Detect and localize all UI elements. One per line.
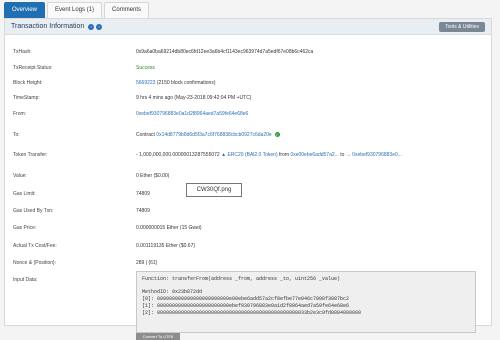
gas-limit-value: 74809 <box>136 191 150 197</box>
tooltip-filename: CW30Qf.png <box>186 183 242 197</box>
nonce-value: 289 | {61} <box>136 260 158 266</box>
token-from-link[interactable]: 0xe00ebe6add57a2... <box>290 152 338 158</box>
block-height-link[interactable]: 5669223 <box>136 80 155 86</box>
tx-hash-label: TxHash: <box>13 49 32 55</box>
actual-fee-label: Actual Tx Cost/Fee: <box>13 243 57 249</box>
from-address-link[interactable]: 0xebef930796883e0a1d2f8964aed7a59fe64e68… <box>136 111 248 117</box>
input-data-box[interactable]: Function: transferFrom(address _from, ad… <box>136 271 476 333</box>
param-2: [2]: 00000000000000000000000000000000000… <box>142 310 362 316</box>
gas-price-value: 0.000000015 Ether (15 Gwei) <box>136 225 202 231</box>
token-to-link[interactable]: 0xebef930796883e0... <box>352 152 402 158</box>
transaction-panel: Transaction Information ‹ › Tools & Util… <box>4 18 492 340</box>
timestamp-label: TimeStamp: <box>13 95 40 101</box>
token-triangle-icon: ▲ <box>221 152 227 158</box>
previous-icon[interactable]: ‹ <box>88 23 95 30</box>
panel-title: Transaction Information <box>11 23 85 30</box>
tab-event-logs[interactable]: Event Logs (1) <box>47 2 103 18</box>
next-icon[interactable]: › <box>96 23 103 30</box>
tx-hash-value: 0x9a6a0ba69214db80ec6fd12ee3a6b4cf1143ec… <box>136 49 314 55</box>
header-icons: ‹ › <box>88 23 103 30</box>
to-label: To: <box>13 132 20 138</box>
tab-bar: Overview Event Logs (1) Comments <box>4 2 150 18</box>
nonce-label: Nonce & {Position}: <box>13 260 57 266</box>
arrow-right-icon: → <box>345 152 351 158</box>
token-link[interactable]: ERC20 (BAl2.0 Token) <box>227 152 277 158</box>
receipt-status-value: Success <box>136 65 155 71</box>
verified-check-icon: ✓ <box>274 132 280 137</box>
tab-comments[interactable]: Comments <box>104 2 150 18</box>
gas-used-value: 74809 <box>136 208 150 214</box>
function-signature: Function: transferFrom(address _from, ad… <box>142 276 341 282</box>
tools-utilities-button[interactable]: Tools & Utilities <box>439 21 485 32</box>
param-0: [0]: 000000000000000000000000e00ebe6add5… <box>142 296 350 302</box>
gas-used-label: Gas Used By Txn: <box>13 208 54 214</box>
gas-price-label: Gas Price: <box>13 225 37 231</box>
contract-prefix: Contract <box>136 132 157 138</box>
convert-to-utf8-button[interactable]: Convert To UTF8 <box>136 333 180 340</box>
tab-overview[interactable]: Overview <box>4 2 46 18</box>
value-label: Value: <box>13 173 27 179</box>
token-to-text: to <box>340 152 345 158</box>
block-height-value: 5669223 (2150 block confirmations) <box>136 80 216 86</box>
token-from-text: from <box>279 152 290 158</box>
to-value: Contract 0x14d8779b8d6d5f3a7c6f768838cbc… <box>136 132 280 138</box>
token-transfer-value: - 1,000,000,000.00000013287555072 ▲ ERC2… <box>136 152 402 158</box>
gas-limit-label: Gas Limit: <box>13 191 36 197</box>
param-1: [1]: 000000000000000000000000ebef9307968… <box>142 303 350 309</box>
value-text: 0 Ether ($0.00) <box>136 173 170 179</box>
to-contract-link[interactable]: 0x14d8779b8d6d5f3a7c6f768838cbcb0927c6da… <box>156 132 271 138</box>
actual-fee-value: 0.001119135 Ether ($0.67) <box>136 243 196 249</box>
receipt-status-label: TxReceipt Status: <box>13 65 53 71</box>
input-data-label: Input Data: <box>13 277 38 283</box>
block-confirmations: (2150 block confirmations) <box>155 80 216 86</box>
token-amount: - 1,000,000,000.00000013287555072 <box>136 152 220 158</box>
panel-header: Transaction Information ‹ › Tools & Util… <box>5 19 491 35</box>
from-label: From: <box>13 111 27 117</box>
block-height-label: Block Height: <box>13 80 43 86</box>
timestamp-value: 9 hrs 4 mins ago (May-23-2018 09:42:04 P… <box>136 95 252 101</box>
token-transfer-label: Token Transfer: <box>13 152 48 158</box>
method-id: MethodID: 0x23b872dd <box>142 289 203 295</box>
